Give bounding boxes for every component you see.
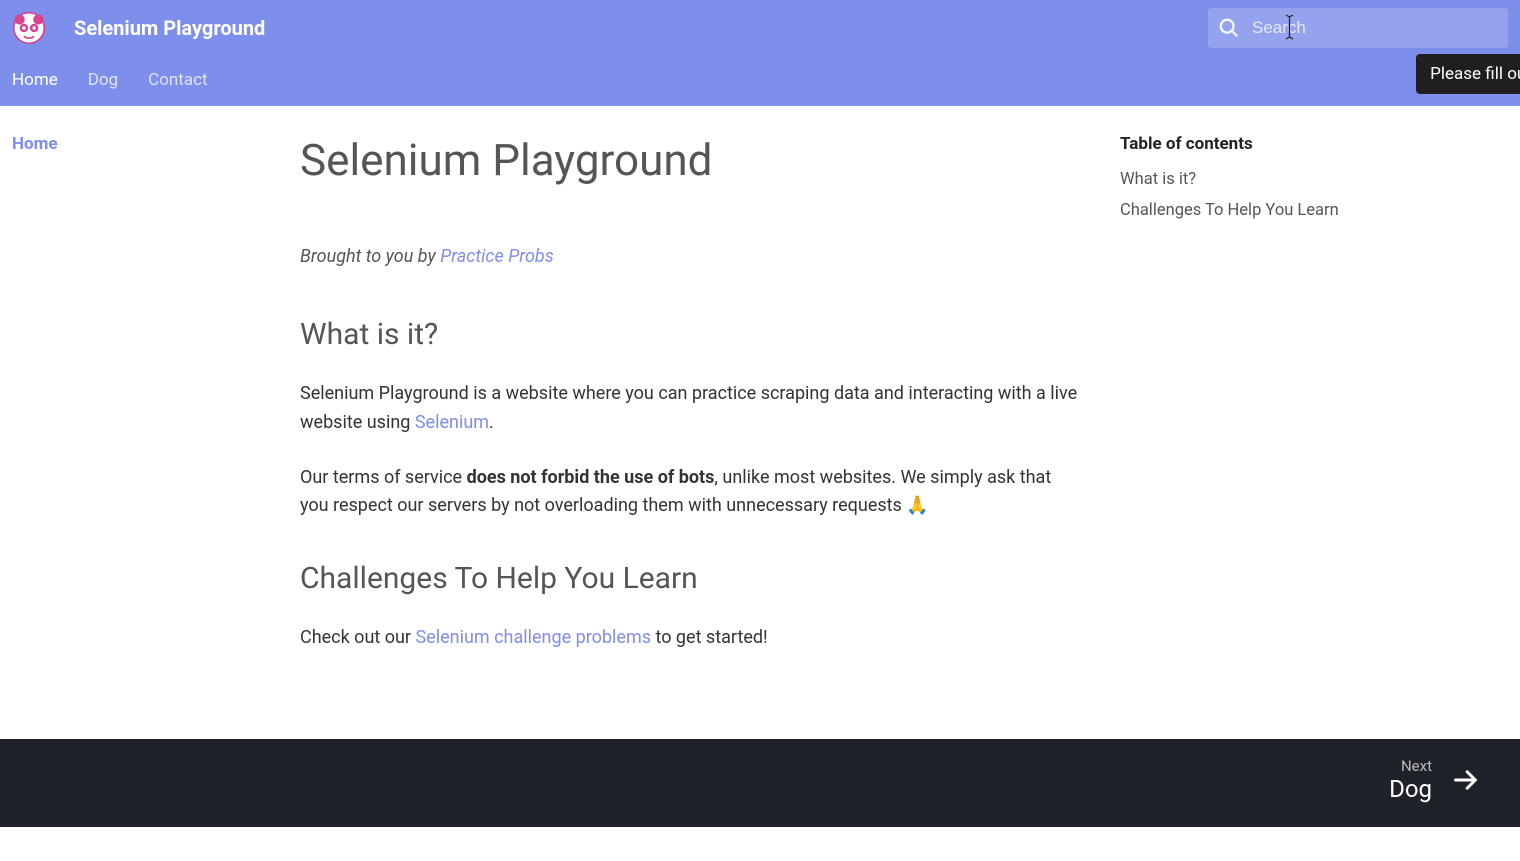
intro-link[interactable]: Practice Probs <box>440 246 554 267</box>
validation-tooltip: Please fill out this f <box>1416 54 1520 94</box>
footer-next-dest: Dog <box>1389 775 1432 803</box>
tab-dog[interactable]: Dog <box>88 56 134 106</box>
text-cursor-icon <box>1289 17 1290 37</box>
page-title: Selenium Playground <box>300 134 1080 186</box>
search-input[interactable] <box>1240 18 1498 38</box>
tab-home[interactable]: Home <box>12 56 74 106</box>
para-whatis-1: Selenium Playground is a website where y… <box>300 380 1080 438</box>
text: to get started! <box>651 627 768 648</box>
pray-emoji: 🙏 <box>906 495 928 516</box>
text: Our terms of service <box>300 467 467 488</box>
sidebar-left: Home <box>0 106 270 739</box>
search-icon <box>1218 17 1240 39</box>
tab-contact[interactable]: Contact <box>148 56 223 106</box>
intro-prefix: Brought to you by <box>300 246 440 267</box>
bold-text: does not forbid the use of bots <box>467 467 715 488</box>
para-challenges: Check out our Selenium challenge problem… <box>300 624 1080 653</box>
toc-item-challenges[interactable]: Challenges To Help You Learn <box>1120 201 1380 220</box>
para-whatis-2: Our terms of service does not forbid the… <box>300 464 1080 522</box>
arrow-right-icon <box>1452 766 1480 794</box>
toc-title: Table of contents <box>1120 134 1380 154</box>
toc-item-whatis[interactable]: What is it? <box>1120 170 1380 189</box>
footer-next-button[interactable]: Next Dog <box>1389 757 1480 803</box>
selenium-link[interactable]: Selenium <box>415 412 489 433</box>
section-heading-challenges: Challenges To Help You Learn <box>300 561 1080 596</box>
search-container: Please fill out this f <box>1208 8 1508 48</box>
footer-next-label: Next <box>1389 757 1432 775</box>
nav-tabs: Home Dog Contact <box>0 56 1520 106</box>
sidebar-right: Table of contents What is it? Challenges… <box>1100 106 1400 739</box>
main-content: Selenium Playground Brought to you by Pr… <box>270 106 1100 739</box>
intro-line: Brought to you by Practice Probs <box>300 246 1080 267</box>
text: . <box>489 412 494 433</box>
footer: Next Dog <box>0 739 1520 827</box>
site-title: Selenium Playground <box>74 16 265 40</box>
text: Check out our <box>300 627 415 648</box>
site-logo[interactable] <box>12 11 46 45</box>
challenge-link[interactable]: Selenium challenge problems <box>415 627 651 648</box>
sidebar-item-home[interactable]: Home <box>12 134 258 154</box>
section-heading-what: What is it? <box>300 317 1080 352</box>
